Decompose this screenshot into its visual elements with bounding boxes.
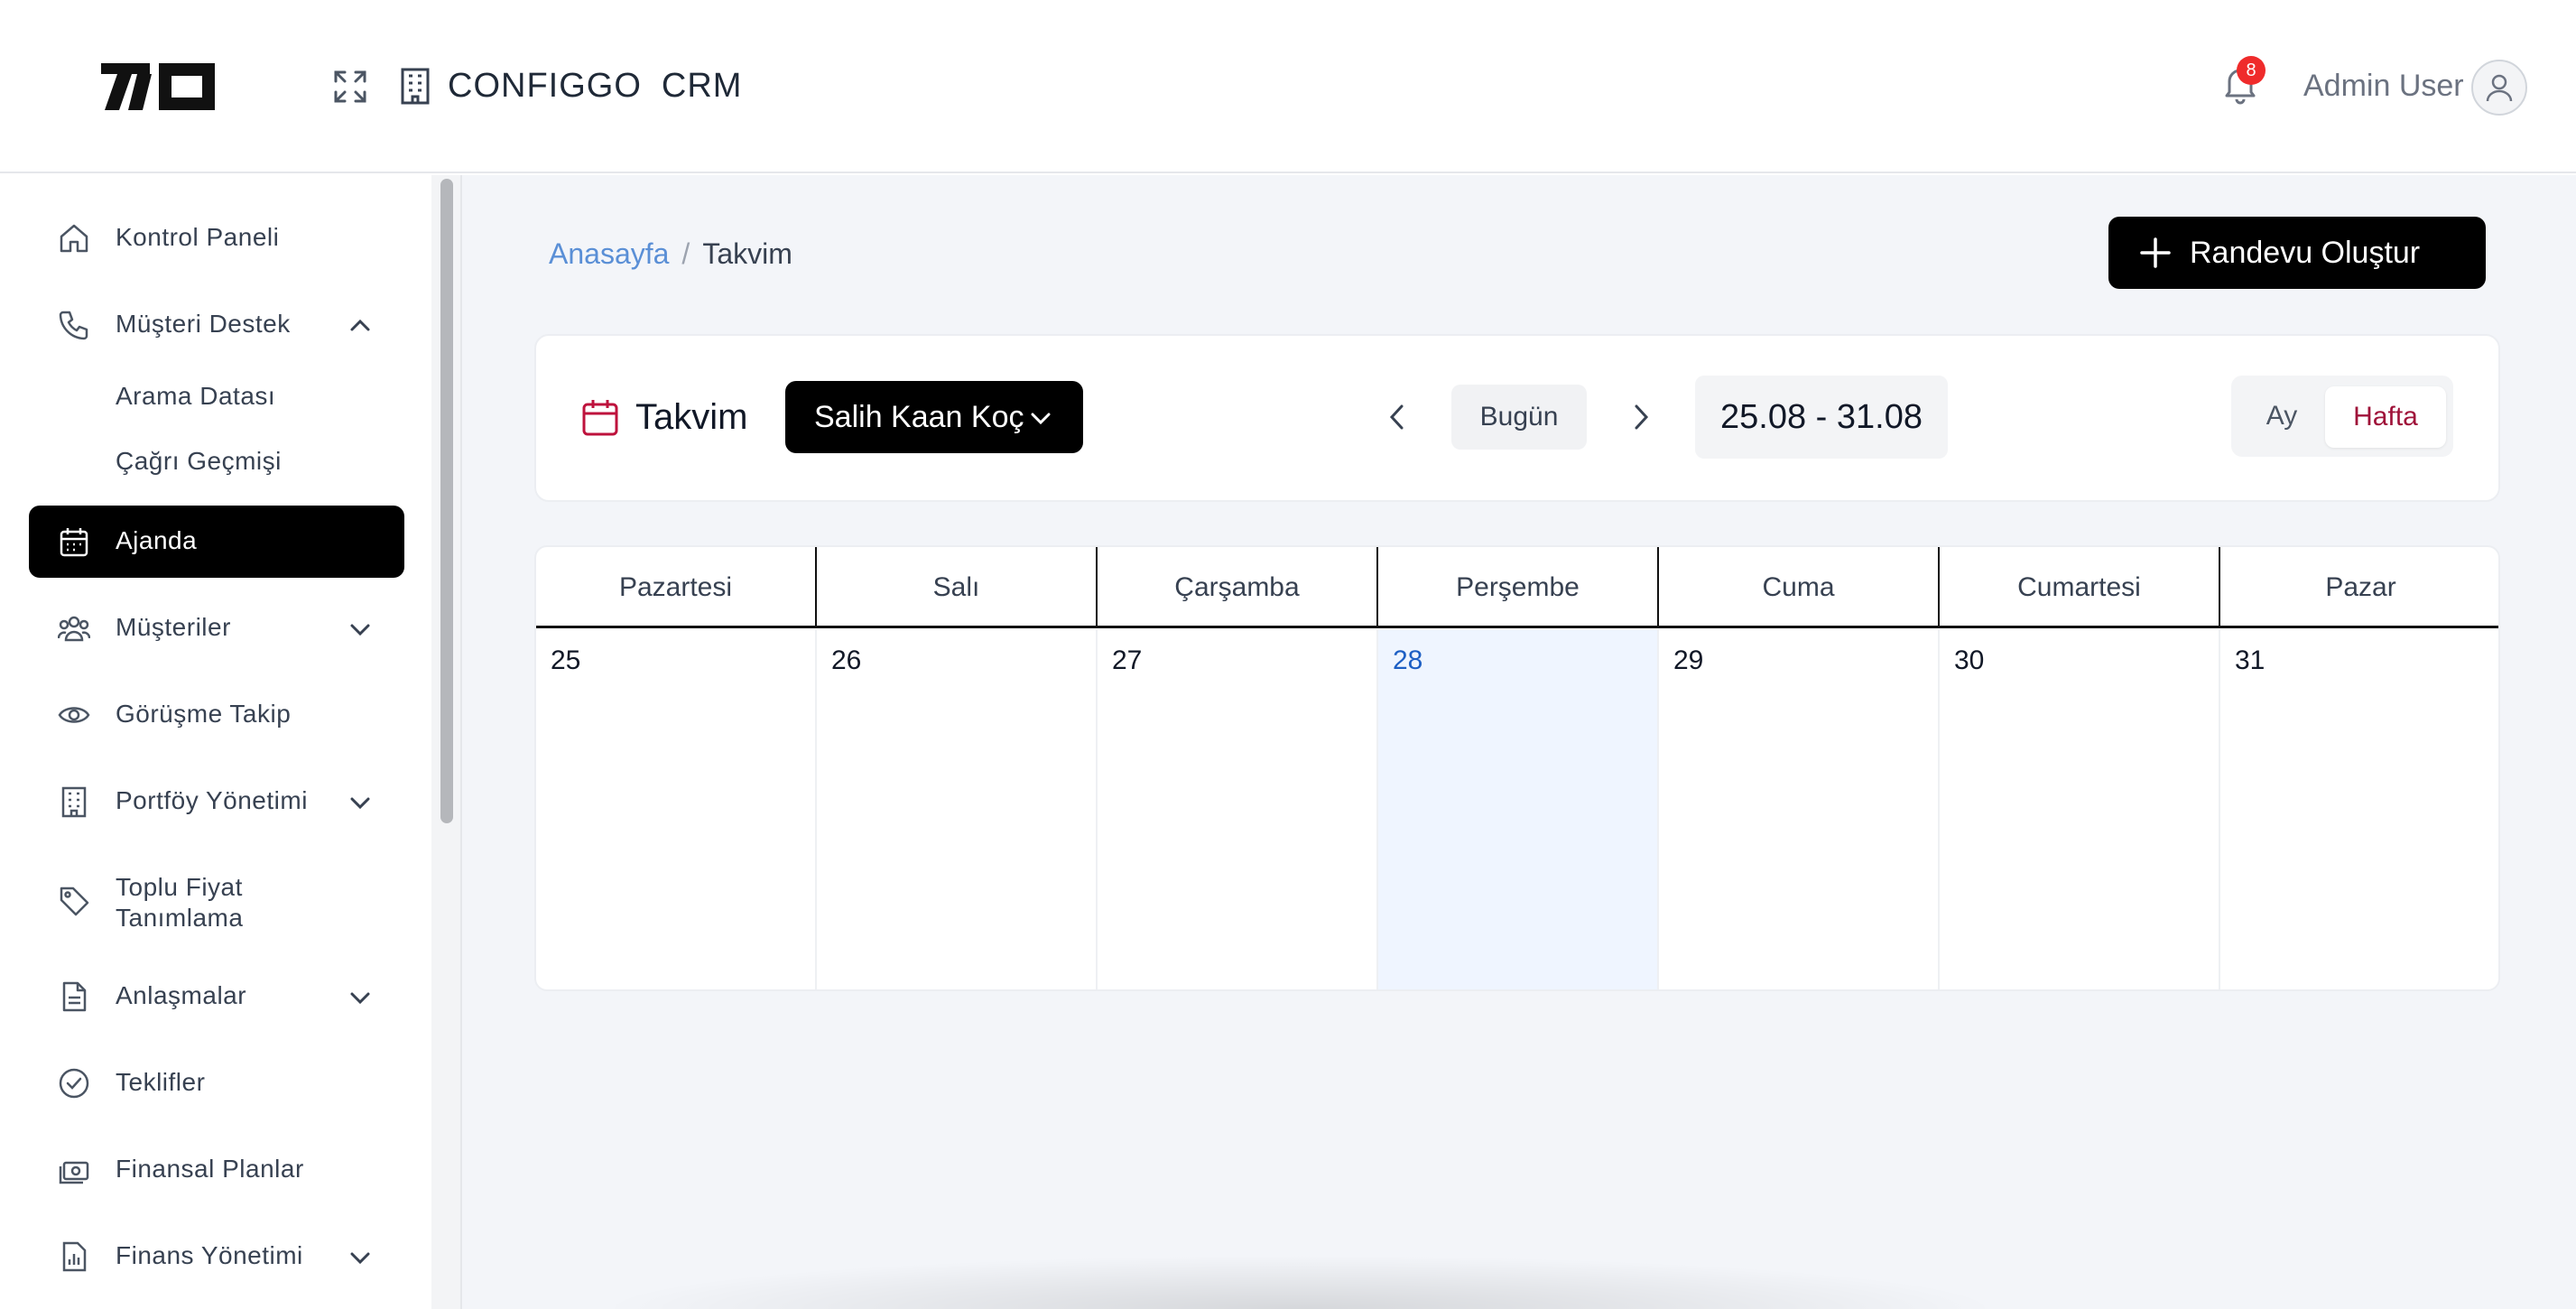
bottom-shadow — [596, 1255, 2004, 1309]
app-name: CONFIGGO — [448, 67, 642, 105]
building-icon — [61, 786, 87, 818]
person-select-dropdown[interactable]: Salih Kaan Koç — [785, 381, 1083, 453]
day-cell[interactable]: 29 — [1659, 630, 1940, 989]
weekday-header: Cumartesi — [1940, 547, 2220, 628]
breadcrumb-home-link[interactable]: Anasayfa — [549, 237, 669, 270]
users-icon — [58, 616, 90, 642]
day-cell[interactable]: 27 — [1098, 630, 1378, 989]
sidebar-item-label: Portföy Yönetimi — [116, 786, 308, 814]
chevron-down-icon[interactable] — [347, 984, 374, 1011]
weekday-header: Salı — [817, 547, 1098, 628]
chevron-down-icon[interactable] — [347, 616, 374, 643]
sidebar-scrollbar-thumb[interactable] — [440, 179, 453, 823]
tag-icon — [60, 887, 89, 916]
eye-icon — [58, 707, 90, 723]
sidebar-item-label: Müşteriler — [116, 613, 231, 641]
chevron-right-icon[interactable] — [1625, 399, 1657, 435]
check-circle-icon — [59, 1068, 89, 1099]
sidebar-item-gorusme-takip[interactable]: Görüşme Takip — [29, 679, 404, 751]
sidebar-item-finans-yonetimi[interactable]: Finans Yönetimi — [29, 1221, 404, 1293]
top-header: CONFIGGO CRM 8 Admin User — [0, 0, 2576, 173]
sidebar-item-musteri-destek[interactable]: Müşteri Destek — [29, 289, 404, 361]
user-name[interactable]: Admin User — [2303, 67, 2464, 105]
view-week-button[interactable]: Hafta — [2325, 386, 2446, 448]
weekday-header: Pazar — [2325, 572, 2396, 602]
sidebar-item-portfoy-yonetimi[interactable]: Portföy Yönetimi — [29, 766, 404, 838]
sidebar-item-label: Kontrol Paneli — [116, 223, 280, 251]
money-icon — [59, 1161, 89, 1184]
sidebar-item-label: Finans Yönetimi — [116, 1241, 303, 1269]
calendar-title: Takvim — [635, 397, 748, 437]
sidebar-item-label: Teklifler — [116, 1068, 206, 1096]
day-cell[interactable]: 26 — [817, 630, 1098, 989]
sidebar-item-kontrol-paneli[interactable]: Kontrol Paneli — [29, 202, 404, 274]
sidebar-item-label: Anlaşmalar — [116, 981, 247, 1009]
day-number: 31 — [2235, 645, 2266, 675]
calendar-icon — [60, 528, 88, 557]
plus-icon — [2140, 237, 2171, 268]
document-icon — [62, 981, 87, 1012]
create-appointment-label: Randevu Oluştur — [2190, 236, 2421, 270]
breadcrumb-current: Takvim — [702, 237, 792, 270]
breadcrumb: Anasayfa / Takvim — [549, 237, 792, 271]
sidebar-item-label: Görüşme Takip — [116, 700, 292, 728]
phone-icon — [59, 311, 88, 340]
week-days-row: 25 26 27 28 29 30 31 — [536, 630, 2498, 989]
app-name-suffix: CRM — [661, 67, 743, 105]
sidebar-subitem-arama-datasi[interactable]: Arama Datası — [116, 381, 275, 412]
sidebar-item-musteriler[interactable]: Müşteriler — [29, 592, 404, 664]
app-title: CONFIGGO CRM — [448, 65, 762, 107]
sidebar-item-ajanda[interactable]: Ajanda — [29, 506, 404, 578]
day-cell-today[interactable]: 28 — [1378, 630, 1659, 989]
sidebar: Kontrol Paneli Müşteri Destek Arama Data… — [0, 175, 437, 1309]
notification-count-badge: 8 — [2237, 56, 2266, 85]
building-icon — [401, 68, 430, 105]
day-number: 26 — [831, 645, 862, 675]
sidebar-item-label: Toplu Fiyat — [116, 873, 243, 901]
create-appointment-button[interactable]: Randevu Oluştur — [2108, 217, 2486, 289]
sidebar-item-label-line2: Tanımlama — [116, 904, 244, 932]
day-number: 30 — [1954, 645, 1985, 675]
user-icon — [2486, 74, 2513, 102]
day-number: 29 — [1673, 645, 1704, 675]
chevron-down-icon — [1031, 413, 1051, 425]
sidebar-item-anlasmalar[interactable]: Anlaşmalar — [29, 961, 404, 1033]
company-logo[interactable] — [101, 60, 215, 112]
selected-person: Salih Kaan Koç — [814, 400, 1024, 434]
sidebar-item-label: Finansal Planlar — [116, 1155, 304, 1183]
calendar-icon — [582, 400, 618, 436]
week-calendar: Pazartesi Salı Çarşamba Perşembe Cuma Cu… — [534, 545, 2500, 991]
sidebar-item-teklifler[interactable]: Teklifler — [29, 1047, 404, 1119]
fullscreen-icon[interactable] — [332, 69, 368, 105]
day-number-today: 28 — [1393, 645, 1423, 675]
chevron-down-icon[interactable] — [347, 789, 374, 816]
chevron-down-icon[interactable] — [347, 1244, 374, 1271]
day-cell[interactable]: 31 — [2220, 630, 2498, 989]
bar-chart-icon — [62, 1241, 87, 1272]
day-number: 25 — [551, 645, 581, 675]
day-number: 27 — [1112, 645, 1143, 675]
day-cell[interactable]: 30 — [1940, 630, 2220, 989]
weekday-header: Pazartesi — [536, 547, 817, 628]
view-month-button[interactable]: Ay — [2238, 386, 2325, 446]
weekday-header-row: Pazartesi Salı Çarşamba Perşembe Cuma Cu… — [536, 547, 2498, 628]
sidebar-subitem-cagri-gecmisi[interactable]: Çağrı Geçmişi — [116, 446, 282, 477]
chevron-up-icon[interactable] — [347, 312, 374, 339]
sidebar-item-toplu-fiyat-tanimlama[interactable]: Toplu Fiyat Tanımlama — [29, 858, 404, 948]
today-button[interactable]: Bugün — [1451, 385, 1587, 450]
weekday-header: Çarşamba — [1098, 547, 1378, 628]
date-range-display: 25.08 - 31.08 — [1695, 376, 1948, 459]
sidebar-item-label: Müşteri Destek — [116, 310, 291, 338]
home-icon — [60, 224, 88, 253]
chevron-left-icon[interactable] — [1381, 399, 1413, 435]
sidebar-item-label: Ajanda — [116, 526, 198, 554]
user-avatar[interactable] — [2471, 60, 2527, 116]
weekday-header: Cuma — [1659, 547, 1940, 628]
weekday-header: Perşembe — [1378, 547, 1659, 628]
sidebar-item-finansal-planlar[interactable]: Finansal Planlar — [29, 1134, 404, 1206]
day-cell[interactable]: 25 — [536, 630, 817, 989]
breadcrumb-separator: / — [681, 237, 690, 270]
